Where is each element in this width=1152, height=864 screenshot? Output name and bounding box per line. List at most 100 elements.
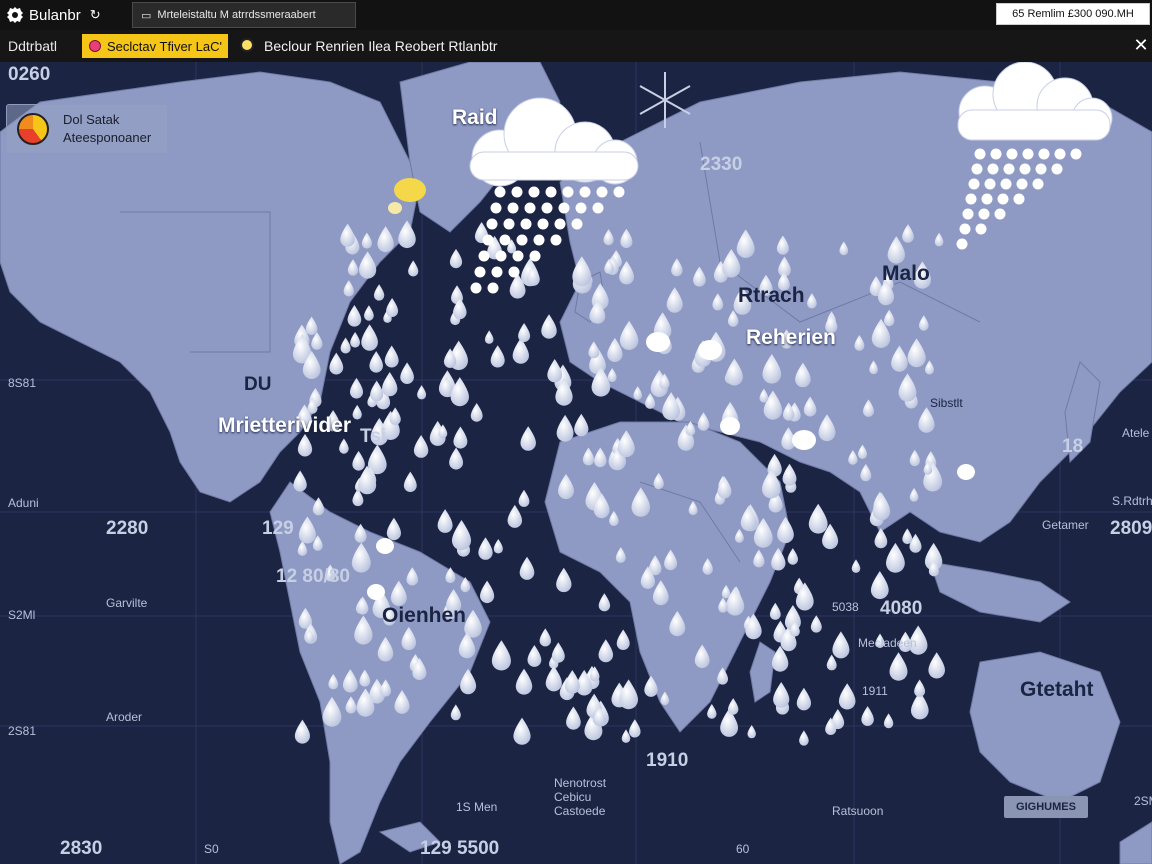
snow-dot [550, 234, 562, 246]
app-menu-button[interactable]: Bulanbr ↻ [6, 4, 101, 26]
snow-dot [495, 250, 507, 262]
axis-label: 2SM [1134, 794, 1152, 808]
small-label-garvilte: Garvilte [106, 596, 148, 610]
document-icon: ▭ [141, 9, 152, 22]
gear-icon [7, 7, 23, 23]
axis-label: 0260 [8, 64, 51, 85]
snow-dot [613, 186, 625, 198]
snow-dot [997, 193, 1009, 205]
snow-dot [562, 186, 574, 198]
snow-dot [545, 186, 557, 198]
region-label-reherien: Reherien [746, 326, 836, 349]
snow-dot [482, 234, 494, 246]
alert-dot-icon [89, 40, 101, 52]
region-label-mrietterivider: Mrietterivider [218, 414, 352, 437]
warning-label: Seclctav Tfiver LaC' [107, 38, 222, 54]
snow-dot [554, 218, 566, 230]
snow-dot [592, 202, 604, 214]
region-label-sibstlt: Sibstlt [930, 396, 963, 410]
snow-dot [512, 250, 524, 262]
legend-button[interactable]: GIGHUMES [1004, 796, 1088, 818]
panel-line-1: Dol Satak [63, 112, 120, 127]
toolbar-label[interactable]: Ddtrbatl [8, 38, 57, 54]
snow-dot [537, 218, 549, 230]
snow-dot [984, 178, 996, 190]
snow-dot [579, 186, 591, 198]
weather-map[interactable] [0, 62, 1152, 864]
region-label-tsi: Tsi [360, 426, 387, 447]
snow-dot [1035, 163, 1047, 175]
region-label-gtetaht: Gtetaht [1020, 678, 1094, 701]
snow-dot [474, 266, 486, 278]
number-label: 1911 [862, 684, 888, 698]
region-label-malo: Malo [882, 262, 930, 285]
search-input[interactable]: 65 Remlim £300 090.MH [996, 3, 1150, 25]
snow-dot [1000, 178, 1012, 190]
region-label-ateleh: Atele [1122, 426, 1150, 440]
app-name: Bulanbr [29, 6, 81, 24]
snow-dot [1032, 178, 1044, 190]
region-label-rtrach: Rtrach [738, 284, 805, 307]
region-label-srstrh: S.Rdtrh [1112, 494, 1152, 508]
snow-dot [1054, 148, 1066, 160]
snow-dot [1003, 163, 1015, 175]
snow-dot [1019, 163, 1031, 175]
snow-dot [508, 266, 520, 278]
snow-dot [516, 234, 528, 246]
axis-label: 2S81 [8, 724, 37, 738]
number-label: 129 [262, 518, 294, 539]
snow-dot [1022, 148, 1034, 160]
snow-dot [511, 186, 523, 198]
snow-dot [528, 186, 540, 198]
small-label-note: Nenotrost Cebicu Castoede [554, 776, 607, 818]
region-label-du: DU [244, 374, 272, 395]
small-label-aroder: Aroder [106, 710, 143, 724]
number-label: 5038 [832, 600, 859, 614]
axis-label: 2830 [60, 838, 103, 859]
snow-dot [1051, 163, 1063, 175]
axis-label: S2Ml [8, 608, 36, 622]
region-label-ratsuoon: Ratsuoon [832, 804, 884, 818]
axis-label: 1S Men [456, 800, 498, 814]
number-label: 18 [1062, 436, 1084, 457]
panel-line-2: Ateesponoaner [63, 130, 152, 145]
snow-dot [491, 266, 503, 278]
axis-label: 129 5500 [420, 838, 500, 859]
document-tab-label: Mrteleistaltu M atrrdssmeraabert [157, 9, 316, 21]
snow-dot [487, 282, 499, 294]
warning-badge[interactable]: Seclctav Tfiver LaC' [82, 34, 228, 58]
snow-dot [981, 193, 993, 205]
axis-label: S0 [204, 842, 219, 856]
document-tab[interactable]: ▭ Mrteleistaltu M atrrdssmeraabert [132, 2, 356, 28]
axis-label: Aduni [8, 496, 39, 510]
snow-dot [978, 208, 990, 220]
refresh-icon[interactable]: ↻ [90, 7, 101, 23]
region-label-elbruh: E1 Rnrh [952, 64, 997, 78]
info-panel[interactable]: Dol Satak Ateesponoaner [6, 104, 168, 154]
snow-dot [974, 148, 986, 160]
snow-dot [965, 193, 977, 205]
axis-label: 8S81 [8, 376, 37, 390]
snow-dot [962, 208, 974, 220]
snow-dot [596, 186, 608, 198]
snow-dot [959, 223, 971, 235]
snow-dot [1070, 148, 1082, 160]
region-label-raid: Raid [452, 106, 498, 129]
snow-dot [490, 202, 502, 214]
number-label: 2280 [106, 518, 149, 539]
close-icon[interactable]: ✕ [1132, 35, 1150, 55]
snow-dot [529, 250, 541, 262]
number-label: 2809 [1110, 518, 1152, 539]
snow-dot [503, 218, 515, 230]
snow-dot [507, 202, 519, 214]
region-label-cetemer: Getamer [1042, 518, 1089, 532]
snow-dot [1006, 148, 1018, 160]
number-label: 2330 [700, 154, 743, 175]
snow-dot [990, 148, 1002, 160]
snow-dot [558, 202, 570, 214]
snow-dot [520, 218, 532, 230]
snow-dot [987, 163, 999, 175]
snow-dot [1013, 193, 1025, 205]
snow-dot [571, 218, 583, 230]
number-label: 4080 [880, 598, 923, 619]
